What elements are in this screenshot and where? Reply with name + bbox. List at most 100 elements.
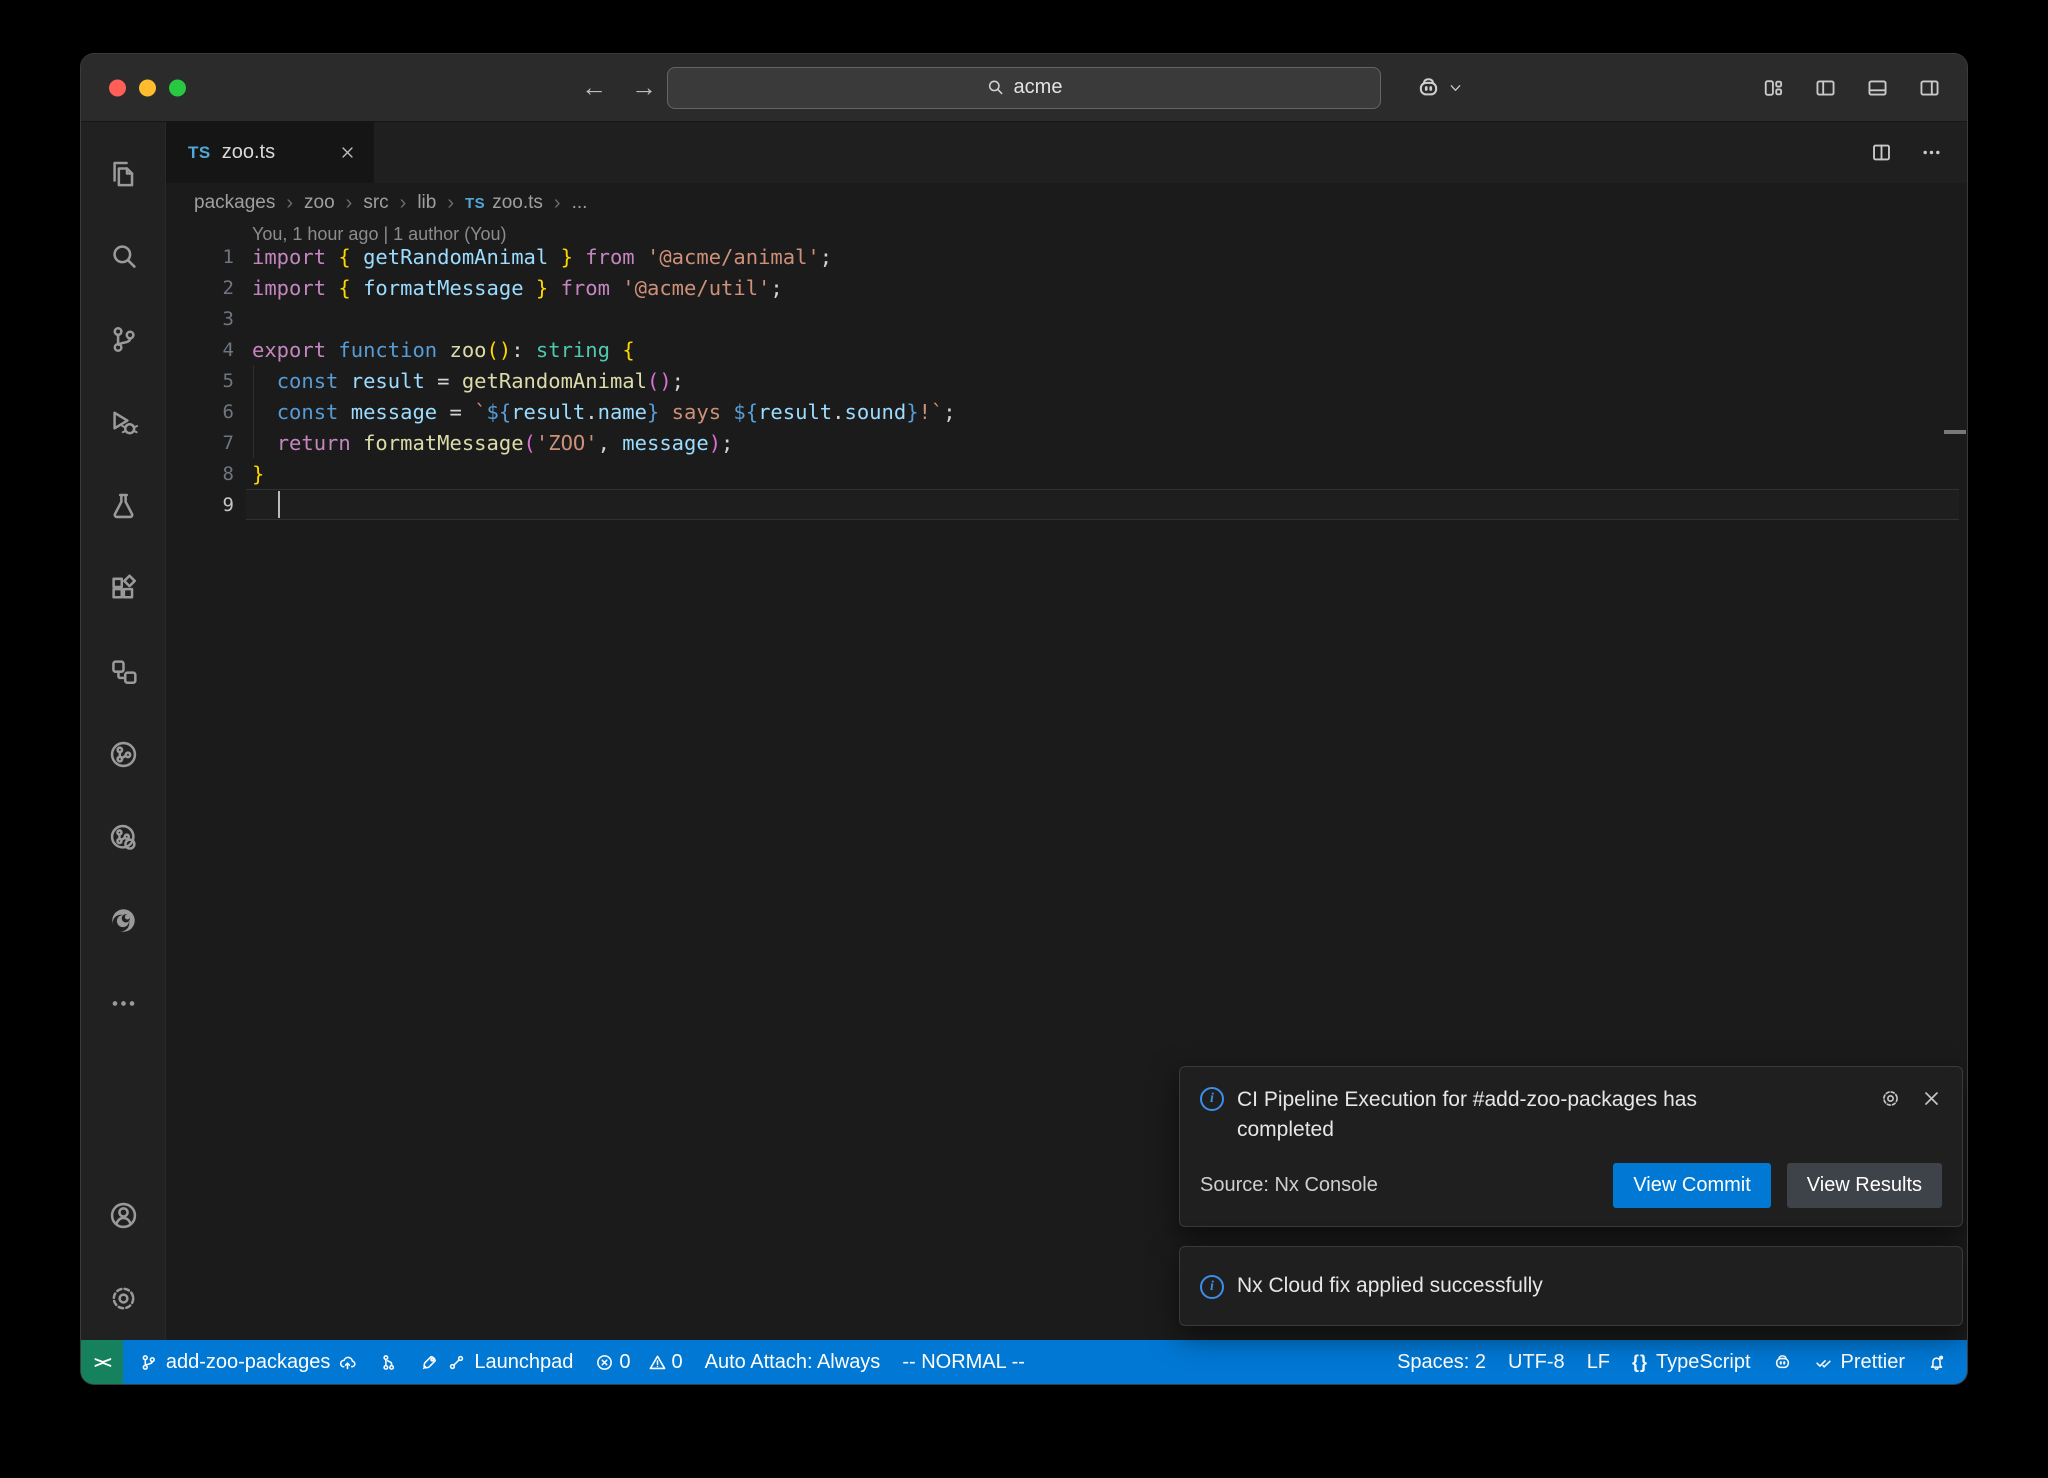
more-actions-icon[interactable]: [1920, 141, 1943, 164]
breadcrumb-item[interactable]: ...: [572, 192, 588, 214]
chevron-down-icon: [1448, 80, 1463, 95]
breadcrumb-item[interactable]: lib: [417, 192, 436, 214]
status-item-vim-mode[interactable]: -- NORMAL --: [891, 1340, 1036, 1384]
activity-item-manage-settings[interactable]: [81, 1257, 165, 1340]
status-item-copilot-status[interactable]: [1762, 1340, 1803, 1384]
activity-item-testing[interactable]: [81, 464, 165, 547]
status-item-problems[interactable]: 00: [584, 1340, 693, 1384]
toggle-panel-icon[interactable]: [1866, 76, 1889, 99]
line-number: 7: [166, 432, 234, 454]
gitlens-icon: [108, 739, 139, 770]
view-commit-button[interactable]: View Commit: [1613, 1163, 1770, 1208]
copilot-icon: [1773, 1353, 1792, 1372]
line-number: 4: [166, 339, 234, 361]
bell-dot-icon: [1927, 1353, 1946, 1372]
code-line-8[interactable]: 8}: [166, 458, 1967, 489]
breadcrumb: packages›zoo›src›lib›TSzoo.ts›...: [166, 183, 1967, 223]
line-number: 1: [166, 246, 234, 268]
activity-item-additional-views[interactable]: [81, 962, 165, 1045]
overview-ruler-cursor-mark: [1944, 430, 1966, 434]
git-branch-icon: [139, 1353, 158, 1372]
warning-icon: [648, 1353, 667, 1372]
notification-nx-cloud-fix: i Nx Cloud fix applied successfully: [1179, 1246, 1963, 1326]
status-item-git-branch[interactable]: add-zoo-packages: [128, 1340, 369, 1384]
status-item-gitlens-launchpad[interactable]: Launchpad: [409, 1340, 584, 1384]
gitlens-inspect-icon: [108, 822, 139, 853]
close-tab-icon[interactable]: [334, 140, 360, 166]
command-center-search[interactable]: acme: [667, 67, 1381, 109]
run-and-debug-icon: [108, 407, 139, 438]
tab-bar: TS zoo.ts: [166, 122, 1967, 183]
additional-views-icon: [108, 988, 139, 1019]
close-window-button[interactable]: [109, 79, 126, 96]
search-icon: [108, 241, 139, 272]
maximize-window-button[interactable]: [169, 79, 186, 96]
editor-actions: [1870, 122, 1967, 183]
search-icon: [986, 78, 1005, 97]
line-content: const message = `${result.name} says ${r…: [252, 400, 956, 424]
notification-toasts: i CI Pipeline Execution for #add-zoo-pac…: [1179, 1066, 1963, 1326]
breadcrumb-separator-icon: ›: [286, 192, 293, 215]
cloud-upload-icon: [338, 1353, 357, 1372]
status-item-language-mode[interactable]: {}TypeScript: [1621, 1340, 1762, 1384]
notification-message: Nx Cloud fix applied successfully: [1237, 1274, 1543, 1298]
split-editor-icon[interactable]: [1870, 141, 1893, 164]
vscode-window: ← → acme TS zoo.ts: [80, 53, 1968, 1385]
code-line-5[interactable]: 5 const result = getRandomAnimal();: [166, 365, 1967, 396]
view-results-button[interactable]: View Results: [1787, 1163, 1942, 1208]
status-item-eol[interactable]: LF: [1576, 1340, 1621, 1384]
text-cursor: [278, 491, 280, 518]
copilot-icon: [1416, 75, 1441, 100]
customize-layout-icon[interactable]: [1762, 76, 1785, 99]
code-line-2[interactable]: 2import { formatMessage } from '@acme/ut…: [166, 272, 1967, 303]
code-line-6[interactable]: 6 const message = `${result.name} says $…: [166, 396, 1967, 427]
code-line-3[interactable]: 3: [166, 303, 1967, 334]
activity-item-run-and-debug[interactable]: [81, 381, 165, 464]
activity-item-search[interactable]: [81, 215, 165, 298]
code-line-7[interactable]: 7 return formatMessage('ZOO', message);: [166, 427, 1967, 458]
breadcrumb-item[interactable]: TSzoo.ts: [465, 192, 543, 214]
status-item-notifications-bell[interactable]: [1916, 1340, 1957, 1384]
info-icon: i: [1200, 1275, 1224, 1299]
activity-item-gitlens-inspect[interactable]: [81, 796, 165, 879]
code-line-9[interactable]: 9: [166, 489, 1967, 520]
status-item-indentation[interactable]: Spaces: 2: [1386, 1340, 1497, 1384]
toggle-secondary-sidebar-icon[interactable]: [1918, 76, 1941, 99]
activity-item-extensions[interactable]: [81, 547, 165, 630]
code-line-4[interactable]: 4export function zoo(): string {: [166, 334, 1967, 365]
double-check-icon: [1814, 1353, 1833, 1372]
extensions-icon: [108, 573, 139, 604]
breadcrumb-item[interactable]: zoo: [304, 192, 335, 214]
activity-item-explorer[interactable]: [81, 132, 165, 215]
activity-item-source-control[interactable]: [81, 298, 165, 381]
status-item-auto-attach[interactable]: Auto Attach: Always: [694, 1340, 892, 1384]
breadcrumb-item[interactable]: packages: [194, 192, 275, 214]
status-item-formatter-prettier[interactable]: Prettier: [1803, 1340, 1916, 1384]
toggle-primary-sidebar-icon[interactable]: [1814, 76, 1837, 99]
activity-item-edge-tools[interactable]: [81, 879, 165, 962]
status-item-remote-indicator[interactable]: ><: [81, 1340, 123, 1384]
layout-controls: [1762, 76, 1941, 99]
activity-item-nx-console[interactable]: [81, 630, 165, 713]
status-item-nx-pipeline[interactable]: [368, 1340, 409, 1384]
notification-settings-gear-icon[interactable]: [1880, 1088, 1901, 1109]
status-item-encoding[interactable]: UTF-8: [1497, 1340, 1576, 1384]
activity-item-accounts[interactable]: [81, 1174, 165, 1257]
back-arrow-icon[interactable]: ←: [581, 72, 607, 103]
activity-item-gitlens[interactable]: [81, 713, 165, 796]
breadcrumb-separator-icon: ›: [400, 192, 407, 215]
tab-zoo-ts[interactable]: TS zoo.ts: [166, 122, 374, 183]
remote-icon: ><: [94, 1351, 110, 1374]
breadcrumb-item[interactable]: src: [363, 192, 388, 214]
manage-settings-icon: [108, 1283, 139, 1314]
line-content: }: [252, 462, 264, 486]
minimize-window-button[interactable]: [139, 79, 156, 96]
line-content: import { getRandomAnimal } from '@acme/a…: [252, 245, 832, 269]
forward-arrow-icon[interactable]: →: [631, 72, 657, 103]
code-line-1[interactable]: 1 import { getRandomAnimal } from '@acme/…: [166, 241, 1967, 272]
line-number: 6: [166, 401, 234, 423]
line-number: 9: [166, 494, 234, 516]
copilot-menu-button[interactable]: [1416, 75, 1463, 100]
mini-branch-icon: [447, 1353, 466, 1372]
notification-close-icon[interactable]: [1921, 1088, 1942, 1109]
